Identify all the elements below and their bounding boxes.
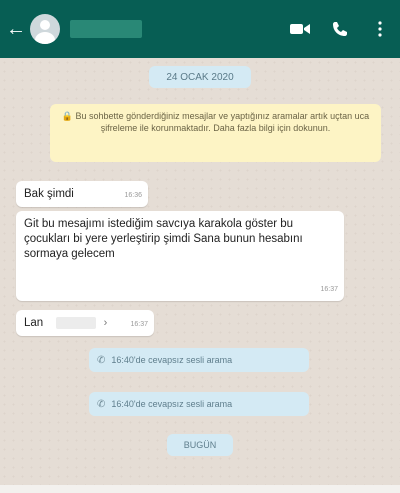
missed-call-icon: ✆ (97, 354, 106, 366)
message-time: 16:37 (130, 321, 148, 328)
date-chip: 24 OCAK 2020 (149, 66, 251, 88)
video-icon[interactable] (280, 0, 320, 58)
chat-header: ← (0, 0, 400, 58)
encryption-notice-text: Bu sohbette gönderdiğiniz mesajlar ve ya… (75, 111, 370, 133)
redacted-name (56, 316, 97, 329)
message-text: Git bu mesajımı istediğim savcıya karako… (24, 218, 303, 260)
missed-call-chip[interactable]: ✆ 16:40'de cevapsız sesli arama (89, 392, 309, 416)
message-text: Bak şimdi (24, 188, 74, 200)
message-bubble[interactable]: Bak şimdi 16:36 (16, 181, 148, 207)
message-text: Lan (24, 317, 44, 329)
header-actions (280, 0, 400, 58)
bottom-edge (0, 485, 400, 493)
message-bubble[interactable]: Lan › 16:37 (16, 310, 154, 336)
today-chip: BUGÜN (167, 434, 233, 456)
message-bubble[interactable]: Git bu mesajımı istediğim savcıya karako… (16, 211, 344, 301)
missed-call-icon: ✆ (97, 398, 106, 410)
lock-icon: 🔒 (61, 111, 74, 121)
avatar-icon[interactable] (30, 14, 60, 44)
chat-area[interactable]: 24 OCAK 2020 🔒 Bu sohbette gönderdiğiniz… (0, 58, 400, 485)
arrow-left-icon[interactable]: ← (4, 0, 28, 58)
missed-call-chip[interactable]: ✆ 16:40'de cevapsız sesli arama (89, 348, 309, 372)
message-time: 16:36 (124, 192, 142, 199)
missed-call-text: 16:40'de cevapsız sesli arama (111, 355, 233, 365)
contact-name[interactable] (70, 20, 142, 38)
encryption-notice[interactable]: 🔒 Bu sohbette gönderdiğiniz mesajlar ve … (50, 104, 381, 162)
phone-icon[interactable] (320, 0, 360, 58)
missed-call-text: 16:40'de cevapsız sesli arama (111, 399, 233, 409)
message-time: 16:37 (320, 286, 338, 293)
more-vert-icon[interactable] (360, 0, 400, 58)
chevron-right-icon: › (103, 317, 108, 329)
